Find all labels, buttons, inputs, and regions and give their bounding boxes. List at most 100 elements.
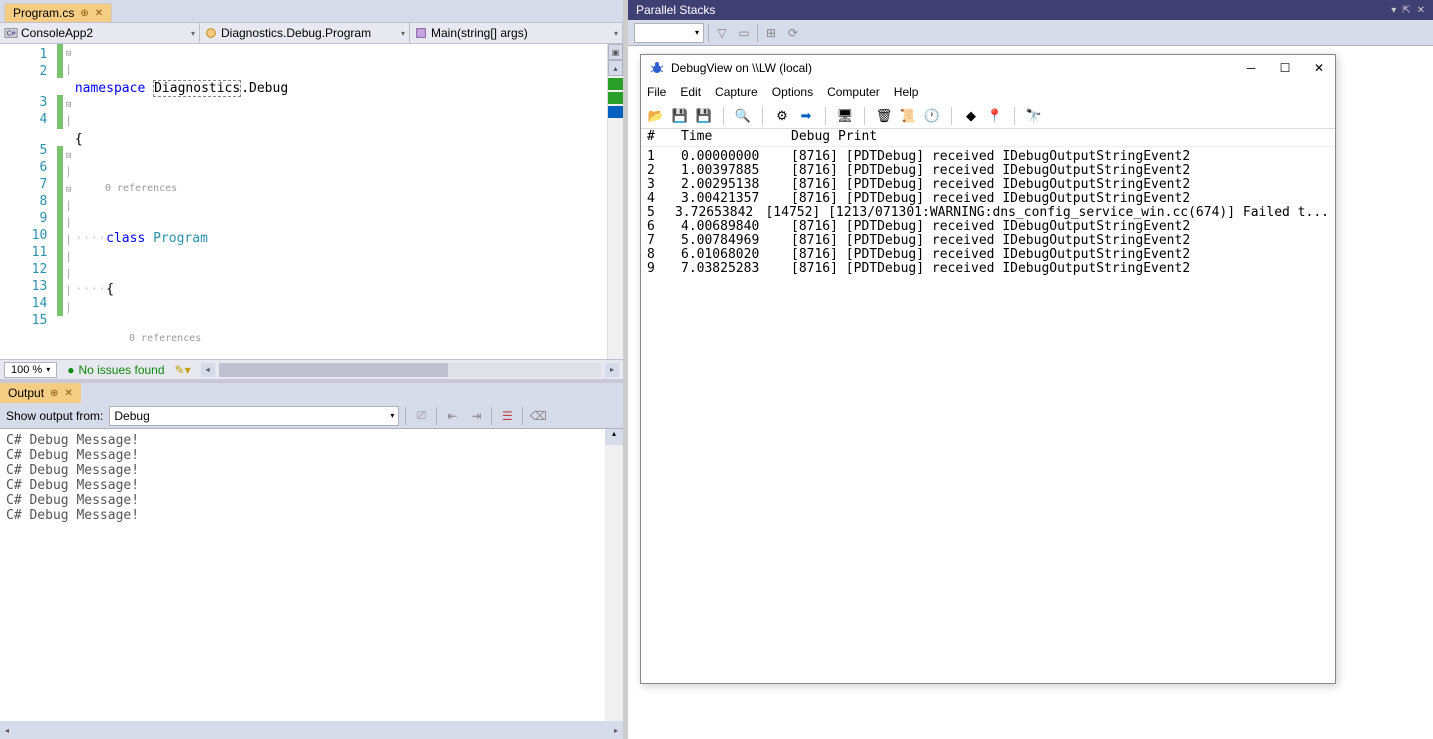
tab-output[interactable]: Output ⊕ ✕ xyxy=(0,383,81,403)
log-row[interactable]: 43.00421357[8716] [PDTDebug] received ID… xyxy=(647,191,1329,205)
nav-member-label: Main(string[] args) xyxy=(431,26,528,40)
menu-help[interactable]: Help xyxy=(894,85,919,99)
tab-program-cs[interactable]: Program.cs ⊕ ✕ xyxy=(4,3,112,22)
scroll-up-button[interactable]: ▴ xyxy=(608,60,623,76)
col-header-number[interactable]: # xyxy=(647,129,681,146)
maximize-button[interactable]: ☐ xyxy=(1277,60,1293,76)
highlight-icon[interactable]: 📍 xyxy=(986,107,1004,125)
log-row[interactable]: 32.00295138[8716] [PDTDebug] received ID… xyxy=(647,177,1329,191)
lightbulb-icon[interactable]: ✎▾ xyxy=(175,363,191,377)
code-editor[interactable]: 1 2 3 4 5 6 7 8 9 10 11 12 13 14 15 xyxy=(0,44,623,359)
nav-member[interactable]: Main(string[] args) ▾ xyxy=(410,23,623,43)
toggle-method-icon[interactable]: ▭ xyxy=(735,24,753,42)
clear-all-icon[interactable]: ⌫ xyxy=(529,407,547,425)
log-row[interactable]: 53.72653842[14752] [1213/071301:WARNING:… xyxy=(647,205,1329,219)
clear-icon[interactable]: 🗑 xyxy=(875,107,893,125)
tab-label: Program.cs xyxy=(13,6,74,20)
debugview-toolbar: 📂 💾 💾 🔍 ⚙ ➡ 🖥 🗑 📜 🕐 ◆ 📍 🔭 xyxy=(641,103,1335,129)
zoom-selector[interactable]: 100 % ▾ xyxy=(4,362,57,378)
clock-icon[interactable]: 🕐 xyxy=(923,107,941,125)
chevron-down-icon: ▾ xyxy=(191,29,195,38)
chevron-down-icon: ▾ xyxy=(614,29,618,38)
debugview-column-headers[interactable]: # Time Debug Print xyxy=(641,129,1335,147)
output-vertical-scrollbar[interactable]: ▴ xyxy=(605,429,623,721)
autoscroll-icon[interactable]: 📜 xyxy=(899,107,917,125)
outdent-icon[interactable]: ⇥ xyxy=(467,407,485,425)
output-horizontal-scrollbar[interactable]: ◂ ▸ xyxy=(0,721,623,739)
close-icon[interactable]: ✕ xyxy=(95,8,103,19)
dropdown-icon[interactable]: ▾ xyxy=(1391,5,1396,16)
output-text[interactable]: C# Debug Message! C# Debug Message! C# D… xyxy=(0,429,605,721)
save-icon[interactable]: 💾 xyxy=(671,107,689,125)
nav-project[interactable]: C# ConsoleApp2 ▾ xyxy=(0,23,200,43)
issues-status[interactable]: ● No issues found xyxy=(67,363,164,377)
pin-icon[interactable]: ⊕ xyxy=(50,388,58,399)
line-number-gutter: 1 2 3 4 5 6 7 8 9 10 11 12 13 14 15 xyxy=(0,44,57,359)
fold-column[interactable]: ⊟│⊟│ ⊟│⊟│││ ││││ xyxy=(63,44,75,359)
auto-scroll-icon[interactable]: ⟳ xyxy=(784,24,802,42)
editor-overview-ruler[interactable]: ▣ ▴ xyxy=(607,44,623,359)
close-icon[interactable]: ✕ xyxy=(1417,5,1425,16)
menu-options[interactable]: Options xyxy=(772,85,813,99)
nav-project-label: ConsoleApp2 xyxy=(21,26,93,40)
log-row[interactable]: 10.00000000[8716] [PDTDebug] received ID… xyxy=(647,149,1329,163)
col-header-time[interactable]: Time xyxy=(681,129,791,146)
chevron-down-icon: ▾ xyxy=(401,29,405,38)
output-from-label: Show output from: xyxy=(6,409,103,423)
search-icon[interactable]: 🔍 xyxy=(734,107,752,125)
nav-namespace-label: Diagnostics.Debug.Program xyxy=(221,26,371,40)
capture-icon[interactable]: ⚙ xyxy=(773,107,791,125)
menu-capture[interactable]: Capture xyxy=(715,85,758,99)
parallel-stacks-title: Parallel Stacks ▾ ⇱ ✕ xyxy=(628,0,1433,20)
computer-icon[interactable]: 🖥 xyxy=(836,107,854,125)
chevron-down-icon: ▾ xyxy=(390,411,394,420)
debugview-title-text: DebugView on \\LW (local) xyxy=(671,61,812,75)
menu-edit[interactable]: Edit xyxy=(680,85,701,99)
debugview-window: DebugView on \\LW (local) ─ ☐ ✕ File Edi… xyxy=(640,54,1336,684)
output-toolbar: Show output from: Debug ▾ ⎚ ⇤ ⇥ ☰ ⌫ xyxy=(0,403,623,429)
log-row[interactable]: 86.01068020[8716] [PDTDebug] received ID… xyxy=(647,247,1329,261)
output-source-selector[interactable]: Debug ▾ xyxy=(109,406,399,426)
bug-icon xyxy=(649,60,665,76)
pin-icon[interactable]: ⇱ xyxy=(1402,5,1410,16)
split-button[interactable]: ▣ xyxy=(608,44,623,60)
find-icon[interactable]: 🔭 xyxy=(1025,107,1043,125)
csharp-project-icon: C# xyxy=(4,26,18,40)
close-icon[interactable]: ✕ xyxy=(64,388,72,399)
save-as-icon[interactable]: 💾 xyxy=(695,107,713,125)
clear-icon[interactable]: ⎚ xyxy=(412,407,430,425)
forward-icon[interactable]: ➡ xyxy=(797,107,815,125)
indent-icon[interactable]: ⇤ xyxy=(443,407,461,425)
filter-icon[interactable]: ◆ xyxy=(962,107,980,125)
toggle-wrap-icon[interactable]: ☰ xyxy=(498,407,516,425)
log-row[interactable]: 97.03825283[8716] [PDTDebug] received ID… xyxy=(647,261,1329,275)
scroll-left-button[interactable]: ◂ xyxy=(201,363,215,377)
scroll-right-button[interactable]: ▸ xyxy=(605,363,619,377)
debugview-menubar: File Edit Capture Options Computer Help xyxy=(641,81,1335,103)
ps-view-selector[interactable]: ▾ xyxy=(634,23,704,43)
minimize-button[interactable]: ─ xyxy=(1243,60,1259,76)
pin-icon[interactable]: ⊕ xyxy=(80,8,88,19)
editor-horizontal-scrollbar[interactable]: ◂ ▸ xyxy=(201,363,619,377)
scroll-left-button[interactable]: ◂ xyxy=(0,723,14,737)
menu-file[interactable]: File xyxy=(647,85,666,99)
scroll-right-button[interactable]: ▸ xyxy=(609,723,623,737)
log-row[interactable]: 21.00397885[8716] [PDTDebug] received ID… xyxy=(647,163,1329,177)
log-row[interactable]: 75.00784969[8716] [PDTDebug] received ID… xyxy=(647,233,1329,247)
debugview-log-body[interactable]: 10.00000000[8716] [PDTDebug] received ID… xyxy=(641,147,1335,683)
chevron-down-icon: ▾ xyxy=(695,28,699,37)
open-icon[interactable]: 📂 xyxy=(647,107,665,125)
parallel-stacks-body[interactable]: DebugView on \\LW (local) ─ ☐ ✕ File Edi… xyxy=(628,46,1433,739)
filter-icon[interactable]: ▽ xyxy=(713,24,731,42)
debugview-titlebar[interactable]: DebugView on \\LW (local) ─ ☐ ✕ xyxy=(641,55,1335,81)
nav-namespace[interactable]: Diagnostics.Debug.Program ▾ xyxy=(200,23,410,43)
menu-computer[interactable]: Computer xyxy=(827,85,880,99)
check-circle-icon: ● xyxy=(67,363,74,377)
zoom-icon[interactable]: ⊞ xyxy=(762,24,780,42)
close-button[interactable]: ✕ xyxy=(1311,60,1327,76)
col-header-print[interactable]: Debug Print xyxy=(791,129,1329,146)
class-icon xyxy=(204,26,218,40)
log-row[interactable]: 64.00689840[8716] [PDTDebug] received ID… xyxy=(647,219,1329,233)
parallel-stacks-toolbar: ▾ ▽ ▭ ⊞ ⟳ xyxy=(628,20,1433,46)
code-content[interactable]: namespace Diagnostics.Debug { 0 referenc… xyxy=(75,44,607,359)
